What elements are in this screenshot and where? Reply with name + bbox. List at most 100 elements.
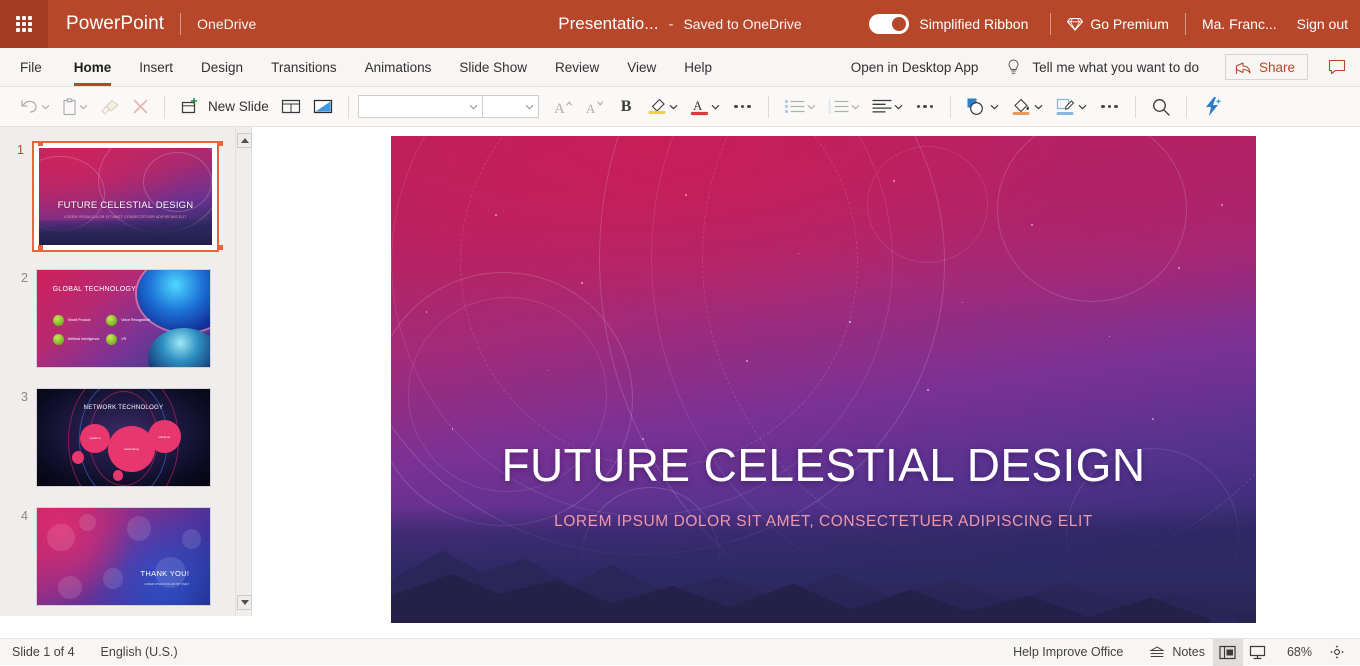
font-name-select[interactable]: [358, 95, 483, 118]
thumbnail-slide-3[interactable]: 3 NETWORK TECHNOLOGY networking systems …: [10, 388, 211, 487]
slide-layout-icon: [281, 98, 301, 115]
share-button[interactable]: Share: [1225, 54, 1308, 80]
picture-design-button[interactable]: [307, 92, 339, 122]
slide-title[interactable]: FUTURE CELESTIAL DESIGN: [391, 438, 1256, 492]
font-size-select[interactable]: [483, 95, 539, 118]
chevron-down-icon: [469, 104, 478, 110]
title-divider-3: [1185, 13, 1186, 35]
bold-button[interactable]: B: [611, 92, 642, 122]
slide-thumbnail-pane[interactable]: 1 FUTURE CELESTIAL DESIGN LOREM IPSUM DO…: [0, 127, 235, 616]
thumbnail-canvas-1[interactable]: FUTURE CELESTIAL DESIGN LOREM IPSUM DOLO…: [38, 147, 213, 246]
tab-view[interactable]: View: [613, 48, 670, 86]
shrink-font-button[interactable]: A: [579, 92, 611, 122]
thumbnail-slide-1[interactable]: 1 FUTURE CELESTIAL DESIGN LOREM IPSUM DO…: [6, 141, 219, 252]
slide-2-bullet-2: Voice Recognition: [106, 315, 150, 326]
font-color-button[interactable]: A: [684, 92, 726, 122]
fit-to-window-button[interactable]: [1324, 639, 1350, 666]
designer-button[interactable]: [1196, 92, 1228, 122]
thumbnail-slide-4[interactable]: 4 THANK YOU! LOREM IPSUM DOLOR SIT AMET: [10, 507, 211, 606]
chevron-down-icon: [807, 104, 816, 110]
active-slide[interactable]: FUTURE CELESTIAL DESIGN LOREM IPSUM DOLO…: [391, 136, 1256, 623]
new-slide-icon: [180, 97, 199, 116]
new-slide-button[interactable]: New Slide: [174, 92, 275, 122]
comment-button[interactable]: [1322, 55, 1352, 79]
cloud-location-label[interactable]: OneDrive: [197, 16, 256, 32]
tab-slide-show[interactable]: Slide Show: [445, 48, 541, 86]
bullet-circle-icon: [106, 334, 117, 345]
tab-insert[interactable]: Insert: [125, 48, 187, 86]
cut-button[interactable]: [126, 92, 155, 122]
font-color-icon: A: [690, 97, 709, 116]
slide-subtitle[interactable]: LOREM IPSUM DOLOR SIT AMET, CONSECTETUER…: [391, 513, 1256, 531]
notes-button[interactable]: Notes: [1141, 639, 1213, 666]
paste-button[interactable]: [56, 92, 94, 122]
chevron-down-icon: [525, 104, 534, 110]
format-painter-button[interactable]: [94, 92, 126, 122]
toolbar-separator-4: [950, 96, 951, 118]
shape-fill-button[interactable]: [1005, 92, 1049, 122]
app-name[interactable]: PowerPoint: [66, 13, 164, 35]
grow-font-button[interactable]: A: [547, 92, 579, 122]
grow-font-icon: A: [553, 98, 573, 116]
tab-transitions[interactable]: Transitions: [257, 48, 351, 86]
slide-2-bullet-label-1: Smart Product: [68, 318, 91, 322]
normal-view-button[interactable]: [1213, 639, 1243, 666]
bullet-circle-icon: [53, 334, 64, 345]
title-bar-right-group: Simplified Ribbon Go Premium Ma. Franc..…: [869, 0, 1360, 48]
scroll-down-arrow-icon[interactable]: [237, 595, 252, 610]
more-font-options-button[interactable]: [726, 92, 759, 122]
thumbnail-canvas-4[interactable]: THANK YOU! LOREM IPSUM DOLOR SIT AMET: [36, 507, 211, 606]
tell-me-search[interactable]: Tell me what you want to do: [1006, 59, 1199, 76]
svg-text:A: A: [693, 98, 703, 113]
thumbnail-slide-2[interactable]: 2 GLOBAL TECHNOLOGY Smart Product Voice …: [10, 269, 211, 368]
tab-help[interactable]: Help: [670, 48, 726, 86]
tab-animations[interactable]: Animations: [351, 48, 446, 86]
thumbnail-selection-frame: FUTURE CELESTIAL DESIGN LOREM IPSUM DOLO…: [32, 141, 219, 252]
slide-count-label[interactable]: Slide 1 of 4: [12, 645, 75, 659]
more-paragraph-options-button[interactable]: [909, 92, 942, 122]
shape-outline-button[interactable]: [1049, 92, 1093, 122]
share-icon: [1235, 59, 1252, 75]
help-improve-office-link[interactable]: Help Improve Office: [1013, 645, 1123, 659]
more-drawing-options-button[interactable]: [1093, 92, 1126, 122]
status-bar-right-group: Help Improve Office Notes 68%: [1013, 639, 1360, 666]
chevron-down-icon: [669, 104, 678, 110]
thumbnail-scrollbar[interactable]: [235, 127, 252, 616]
tab-file[interactable]: File: [0, 48, 60, 86]
thumbnail-canvas-3[interactable]: NETWORK TECHNOLOGY networking systems so…: [36, 388, 211, 487]
user-name-label[interactable]: Ma. Franc...: [1202, 16, 1277, 32]
thumbnail-number-1: 1: [6, 141, 32, 157]
align-button[interactable]: [866, 92, 909, 122]
thumbnail-canvas-2[interactable]: GLOBAL TECHNOLOGY Smart Product Voice Re…: [36, 269, 211, 368]
tab-home[interactable]: Home: [60, 48, 126, 86]
thumbnail-title-1: FUTURE CELESTIAL DESIGN: [39, 200, 212, 211]
simplified-ribbon-toggle[interactable]: Simplified Ribbon: [869, 14, 1028, 34]
toolbar-separator-1: [164, 96, 165, 118]
tab-review[interactable]: Review: [541, 48, 613, 86]
sign-out-button[interactable]: Sign out: [1297, 16, 1348, 32]
search-icon: [1151, 97, 1171, 117]
find-button[interactable]: [1145, 92, 1177, 122]
slide-layout-button[interactable]: [275, 92, 307, 122]
home-toolbar: New Slide A A B: [0, 87, 1360, 127]
zoom-level-label[interactable]: 68%: [1287, 645, 1312, 659]
designer-lightning-icon: [1202, 96, 1222, 117]
app-launcher-icon[interactable]: [0, 0, 48, 48]
save-state-label[interactable]: Saved to OneDrive: [683, 16, 801, 32]
language-label[interactable]: English (U.S.): [101, 645, 178, 659]
tab-design[interactable]: Design: [187, 48, 257, 86]
scrollbar-track[interactable]: [239, 149, 250, 594]
shape-fill-icon: [1011, 97, 1032, 116]
bullets-button[interactable]: [778, 92, 822, 122]
undo-button[interactable]: [14, 92, 56, 122]
text-highlight-button[interactable]: [641, 92, 684, 122]
chevron-down-icon: [711, 104, 720, 110]
text-highlight-icon: [647, 97, 667, 116]
document-title[interactable]: Presentatio...: [558, 14, 658, 34]
open-in-desktop-app-button[interactable]: Open in Desktop App: [837, 60, 993, 75]
slideshow-view-button[interactable]: [1243, 639, 1273, 666]
scroll-up-arrow-icon[interactable]: [237, 133, 252, 148]
shapes-button[interactable]: [960, 92, 1005, 122]
go-premium-button[interactable]: Go Premium: [1067, 16, 1169, 32]
numbering-button[interactable]: 1 2 3: [822, 92, 866, 122]
